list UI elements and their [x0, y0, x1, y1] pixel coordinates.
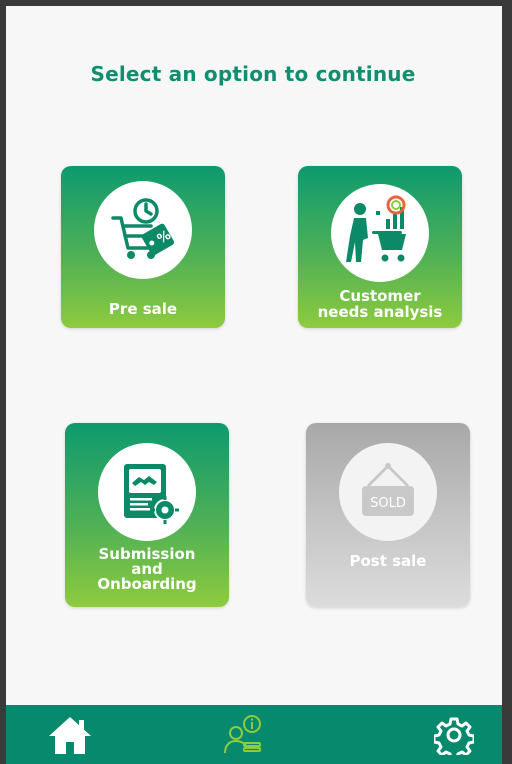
sold-sign-icon: SOLD	[362, 463, 414, 516]
option-label: Customer needs analysis	[298, 288, 462, 320]
nav-settings-button[interactable]	[430, 713, 478, 757]
user-info-icon	[224, 715, 261, 754]
option-customer-needs-analysis[interactable]: Customer needs analysis	[298, 166, 462, 328]
customer-analysis-icon	[346, 195, 406, 262]
home-icon	[49, 717, 91, 754]
gear-icon	[434, 717, 474, 755]
nav-home-button[interactable]	[46, 713, 94, 757]
bottom-navbar	[6, 705, 502, 764]
handshake-document-icon	[124, 464, 179, 524]
option-label-line: Onboarding	[97, 575, 197, 593]
nav-user-info-button[interactable]	[220, 713, 268, 757]
option-icon-circle: SOLD	[339, 443, 437, 541]
option-label: Pre sale	[108, 300, 178, 318]
sold-sign-text: SOLD	[370, 496, 406, 511]
option-label: Submission and Onboarding	[65, 547, 229, 592]
option-label-line: needs analysis	[317, 303, 443, 321]
option-icon-circle	[98, 443, 196, 541]
option-pre-sale[interactable]: % Pre sale	[61, 166, 225, 328]
option-icon-circle: %	[94, 181, 192, 279]
option-icon-circle	[331, 184, 429, 282]
page-title: Select an option to continue	[90, 62, 416, 86]
option-label-line: Customer	[339, 287, 421, 305]
option-label: Post sale	[349, 552, 427, 570]
option-post-sale[interactable]: SOLD Post sale	[306, 423, 470, 607]
option-submission-onboarding[interactable]: Submission and Onboarding	[65, 423, 229, 607]
cart-discount-icon: %	[111, 198, 175, 259]
